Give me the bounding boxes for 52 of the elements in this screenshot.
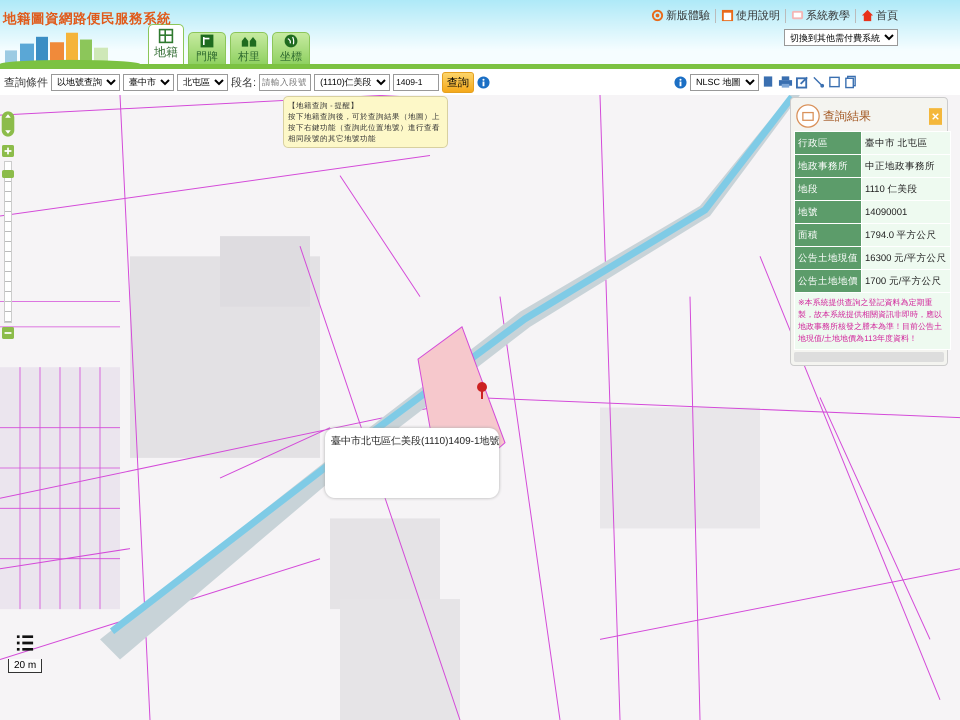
info-icon[interactable] — [674, 76, 687, 88]
results-title: 查詢結果 — [823, 108, 871, 124]
mode-select[interactable]: 以地號查詢 — [51, 74, 120, 90]
tab[interactable]: 坐標 — [272, 32, 310, 64]
square-icon[interactable] — [828, 75, 841, 89]
city-select[interactable]: 臺中市 — [123, 74, 174, 90]
copy-icon[interactable] — [844, 75, 857, 89]
field-label: 行政區 — [794, 132, 862, 154]
zoom-slider[interactable] — [4, 161, 12, 323]
print-icon[interactable] — [778, 75, 793, 89]
field-label: 地段 — [794, 178, 862, 200]
home-icon — [861, 9, 874, 22]
field-value: 16300 元/平方公尺 — [862, 246, 950, 270]
header-link[interactable]: 首頁 — [861, 8, 898, 23]
sign-icon — [199, 33, 215, 49]
field-label: 地號 — [794, 200, 862, 224]
field-value: 14090001 — [862, 200, 950, 224]
field-value: 1794.0 平方公尺 — [862, 224, 950, 246]
tab[interactable]: 門牌 — [188, 32, 226, 64]
query-label: 查詢條件 — [4, 76, 48, 90]
scale-bar: 20 m — [8, 659, 42, 673]
system-select[interactable]: 切換到其他需付費系統 — [784, 29, 898, 46]
field-label: 地政事務所 — [794, 154, 862, 178]
field-value: 1110 仁美段 — [862, 178, 950, 200]
field-value: 中正地政事務所 — [862, 154, 950, 178]
query-button[interactable]: 查詢 — [442, 72, 474, 92]
popup-text: 臺中市北屯區仁美段(1110)1409-1地號 — [331, 434, 500, 448]
field-label: 面積 — [794, 224, 862, 246]
section-input[interactable]: 請輸入段號 — [259, 74, 312, 90]
edit-icon[interactable] — [796, 75, 809, 89]
field-label: 公告土地地價 — [794, 270, 862, 292]
header-link[interactable]: 使用說明 — [721, 8, 780, 23]
field-value: 臺中市 北屯區 — [862, 132, 950, 154]
tab[interactable]: 村里 — [230, 32, 268, 64]
field-value: 1700 元/平方公尺 — [862, 270, 950, 292]
district-select[interactable]: 北屯區 — [177, 74, 228, 90]
map-pin-icon — [476, 381, 488, 399]
disclaimer-note: ※本系統提供查詢之登記資料為定期重製，故本系統提供相關資訊非即時，應以地政事務所核發之謄本為準！目前公告土地現值/土地地價為113年度資料！ — [794, 292, 950, 350]
zoom-thumb[interactable] — [2, 170, 14, 178]
measure-line-icon[interactable] — [812, 75, 825, 89]
field-label: 公告土地現值 — [794, 246, 862, 270]
tab[interactable]: 地籍 — [148, 24, 184, 64]
grid-icon — [158, 28, 174, 44]
header-link[interactable]: 系統教學 — [791, 8, 850, 23]
header-link[interactable]: 新版體驗 — [651, 8, 710, 23]
parcel-input[interactable]: 1409-1 — [393, 74, 440, 90]
section-label: 段名: — [231, 76, 256, 90]
section-select[interactable]: (1110)仁美段 — [314, 74, 390, 90]
basemap-select[interactable]: NLSC 地圖 — [690, 74, 759, 90]
info-icon[interactable] — [477, 76, 490, 88]
monitor-icon — [791, 9, 804, 22]
layers-icon[interactable] — [16, 633, 34, 653]
